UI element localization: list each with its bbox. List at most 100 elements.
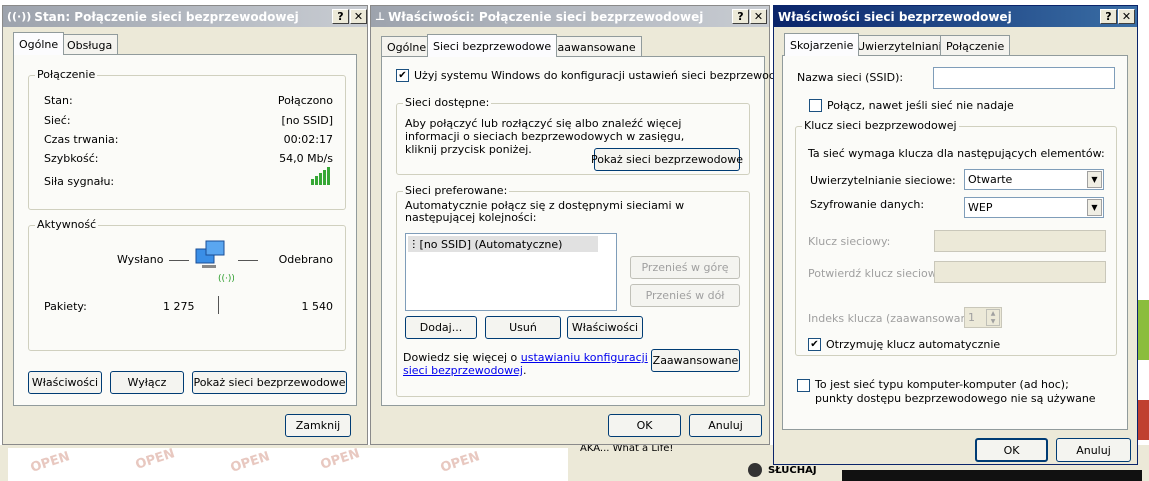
access-point-icon: ⵗ (412, 237, 416, 251)
svg-text:((·)): ((·)) (218, 274, 234, 283)
ok-button[interactable]: OK (975, 438, 1048, 462)
divider (169, 260, 189, 261)
tab-wireless-networks[interactable]: Sieci bezprzewodowe (427, 34, 558, 57)
sent-label: Wysłano (117, 253, 164, 266)
learn-more-suffix: . (523, 364, 527, 377)
cancel-button[interactable]: Anuluj (689, 414, 762, 437)
tab-association[interactable]: Skojarzenie (784, 33, 860, 56)
close-dialog-button[interactable]: Zamknij (285, 414, 351, 437)
properties-window-titlebar[interactable]: ⊥ Właściwości: Połączenie sieci bezprzew… (371, 6, 769, 27)
tab-panel: ✔ Użyj systemu Windows do konfiguracji u… (381, 56, 801, 406)
adhoc-checkbox[interactable] (797, 379, 810, 392)
wireless-key-group: Klucz sieci bezprzewodowej Ta sieć wymag… (795, 119, 1117, 356)
duration-value: 00:02:17 (283, 133, 333, 146)
received-label: Odebrano (278, 253, 333, 266)
group-label: Aktywność (35, 218, 99, 231)
confirm-key-input[interactable] (934, 261, 1106, 283)
packets-sent-value: 1 275 (163, 300, 195, 313)
move-down-button[interactable]: Przenieś w dół (630, 284, 740, 307)
network-key-label: Klucz sieciowy: (808, 235, 891, 248)
close-button[interactable]: ✕ (350, 9, 367, 24)
connect-hidden-checkbox[interactable] (809, 99, 822, 112)
cancel-button[interactable]: Anuluj (1056, 438, 1131, 462)
status-value: Połączono (277, 94, 333, 107)
wireless-properties-titlebar[interactable]: Właściwości sieci bezprzewodowej (774, 6, 1137, 27)
connect-hidden-label: Połącz, nawet jeśli sieć nie nadaje (827, 99, 1014, 112)
confirm-key-label: Potwierdź klucz sieciowy: (808, 267, 947, 280)
tab-panel: Połączenie Stan: Połączono Sieć: [no SSI… (13, 54, 357, 406)
background-image (842, 470, 1142, 481)
network-connection-icon: ⊥ (375, 10, 386, 23)
remove-button[interactable]: Usuń (485, 316, 561, 339)
learn-more-prefix: Dowiedz się więcej o (403, 351, 521, 364)
use-windows-label: Użyj systemu Windows do konfiguracji ust… (414, 69, 802, 82)
learn-more-link[interactable]: sieci bezprzewodowej (403, 364, 523, 377)
help-button[interactable]: ? (732, 9, 749, 24)
dropdown-arrow-icon[interactable]: ▼ (1087, 199, 1102, 216)
group-label: Sieci preferowane: (403, 184, 510, 197)
tab-general[interactable]: Ogólne (381, 36, 433, 57)
auto-key-checkbox[interactable]: ✔ (808, 338, 821, 351)
list-item[interactable]: ⵗ [no SSID] (Automatyczne) (408, 236, 598, 252)
tab-advanced[interactable]: Zaawansowane (544, 36, 642, 57)
speed-value: 54,0 Mb/s (279, 152, 333, 165)
disable-button[interactable]: Wyłącz (110, 371, 184, 394)
learn-more-link[interactable]: ustawianiu konfiguracji (521, 351, 648, 364)
ok-button[interactable]: OK (608, 414, 681, 437)
close-button[interactable]: ✕ (1118, 9, 1135, 24)
show-wireless-networks-button[interactable]: Pokaż sieci bezprzewodowe (591, 148, 743, 171)
add-button[interactable]: Dodaj... (405, 316, 477, 339)
status-window-titlebar[interactable]: ((·)) Stan: Połączenie sieci bezprzewodo… (3, 6, 367, 27)
help-button[interactable]: ? (1100, 9, 1117, 24)
network-key-input[interactable] (934, 230, 1106, 252)
window-title: Właściwości: Połączenie sieci bezprzewod… (388, 9, 704, 24)
network-value: [no SSID] (281, 114, 333, 127)
wireless-properties-window: Właściwości sieci bezprzewodowej ? ✕ Sko… (773, 5, 1138, 465)
preferred-description: Automatycznie połącz się z dostępnymi si… (405, 199, 685, 224)
dropdown-arrow-icon[interactable]: ▼ (1087, 171, 1102, 188)
tab-support[interactable]: Obsługa (61, 34, 119, 55)
packets-label: Pakiety: (44, 300, 87, 313)
close-button[interactable]: ✕ (750, 9, 767, 24)
auth-label: Uwierzytelnianie sieciowe: (810, 174, 956, 187)
advanced-button[interactable]: Zaawansowane (651, 349, 740, 372)
network-label: Sieć: (44, 114, 71, 127)
encryption-select[interactable]: WEP ▼ (964, 197, 1104, 218)
spinner-arrows-icon[interactable]: ▲ ▼ (986, 309, 1000, 326)
show-wireless-networks-button[interactable]: Pokaż sieci bezprzewodowe (192, 371, 347, 394)
move-up-button[interactable]: Przenieś w górę (630, 256, 740, 279)
properties-button[interactable]: Właściwości (28, 371, 102, 394)
group-label: Sieci dostępne: (403, 96, 492, 109)
network-activity-icon: ((·)) (194, 239, 235, 284)
status-label: Stan: (44, 94, 73, 107)
background-text: SŁUCHAJ (768, 465, 817, 476)
signal-label: Siła sygnału: (44, 175, 115, 188)
preferred-networks-list[interactable]: ⵗ [no SSID] (Automatyczne) (405, 233, 617, 311)
divider (218, 296, 219, 314)
duration-label: Czas trwania: (44, 133, 119, 146)
window-title: Właściwości sieci bezprzewodowej (778, 9, 1012, 24)
speaker-icon (748, 463, 762, 477)
tab-panel: Nazwa sieci (SSID): Połącz, nawet jeśli … (782, 55, 1128, 430)
help-button[interactable]: ? (332, 9, 349, 24)
learn-more-text: Dowiedz się więcej o ustawianiu konfigur… (403, 351, 648, 377)
use-windows-checkbox[interactable]: ✔ (396, 69, 409, 82)
speed-label: Szybkość: (44, 152, 99, 165)
auth-select[interactable]: Otwarte ▼ (964, 169, 1104, 190)
list-item-label: [no SSID] (Automatyczne) (419, 237, 563, 251)
encryption-label: Szyfrowanie danych: (810, 198, 925, 211)
properties-button[interactable]: Właściwości (567, 316, 643, 339)
background-page (8, 448, 568, 481)
key-index-value: 1 (968, 311, 975, 324)
key-index-spinner[interactable]: 1 ▲ ▼ (964, 307, 1002, 328)
ssid-input[interactable] (933, 67, 1115, 89)
group-label: Klucz sieci bezprzewodowej (802, 119, 959, 132)
status-window: ((·)) Stan: Połączenie sieci bezprzewodo… (2, 5, 368, 445)
tab-authentication[interactable]: Uwierzytelnianie (851, 35, 955, 56)
tab-connection[interactable]: Połączenie (940, 35, 1011, 56)
ssid-label: Nazwa sieci (SSID): (797, 71, 904, 84)
divider (238, 260, 258, 261)
group-label: Połączenie (35, 68, 98, 81)
tab-general[interactable]: Ogólne (13, 32, 65, 55)
connection-group: Połączenie Stan: Połączono Sieć: [no SSI… (28, 68, 346, 210)
